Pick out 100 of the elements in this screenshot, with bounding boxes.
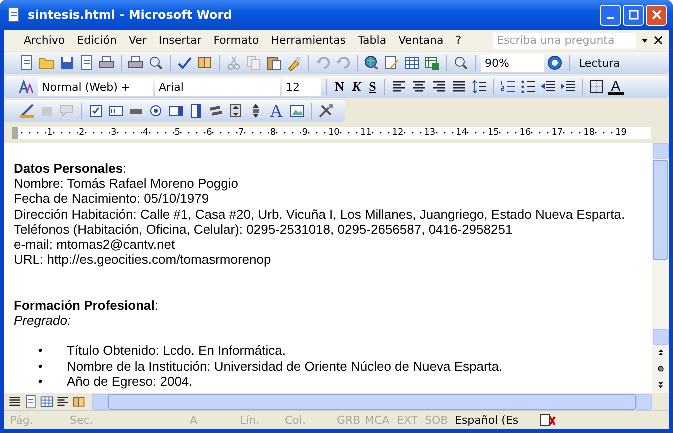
ruler-number: 17 — [550, 128, 564, 138]
check-icon[interactable] — [177, 55, 193, 71]
ruler-number: 7 — [238, 128, 246, 138]
justify-icon[interactable] — [8, 394, 22, 408]
wordart-button[interactable]: A — [267, 102, 286, 120]
ruler-number: 14 — [455, 128, 468, 138]
bullet-icon — [38, 364, 43, 369]
menu-item[interactable]: Herramientas — [265, 34, 352, 47]
menu-item[interactable]: Ver — [122, 34, 153, 47]
numbered-list-icon[interactable] — [500, 79, 516, 95]
ruler-number: 5 — [174, 128, 182, 138]
document-text: Nombre: Tomás Rafael Moreno Poggio — [14, 176, 240, 192]
status-item: Lín. — [240, 414, 261, 426]
line-spacing-icon[interactable] — [471, 79, 488, 95]
close-button[interactable] — [646, 4, 667, 26]
menu-item[interactable]: Formato — [208, 34, 266, 47]
menu-item[interactable]: Archivo — [18, 34, 72, 47]
menu-item[interactable]: Edición — [71, 34, 123, 47]
document-text: Datos Personales: — [14, 161, 128, 176]
menu-item[interactable]: Insertar — [152, 34, 208, 47]
status-item: Sec. — [70, 414, 94, 426]
ruler-number: 19 — [614, 128, 628, 138]
book-icon[interactable] — [197, 55, 213, 71]
caret-icon[interactable] — [641, 36, 649, 44]
status-item: A — [190, 414, 199, 426]
browse-object-icon[interactable] — [656, 365, 664, 373]
border-icon[interactable] — [589, 79, 606, 95]
close-icon — [652, 10, 662, 20]
picture-icon[interactable] — [289, 103, 305, 119]
clipboard-icon[interactable] — [266, 55, 282, 71]
previous-page-icon[interactable] — [656, 349, 664, 357]
ruler-number: 10 — [327, 128, 341, 138]
grid-icon[interactable] — [404, 55, 420, 71]
globe-icon[interactable] — [364, 55, 380, 71]
close-icon[interactable] — [654, 36, 663, 45]
italic-button[interactable]: K — [349, 78, 364, 96]
size-dropdown[interactable]: 12 — [282, 78, 321, 96]
align-left-icon[interactable] — [56, 394, 70, 408]
grid-icon[interactable] — [40, 394, 54, 408]
listbox-icon[interactable] — [168, 103, 184, 119]
document-text: e-mail: mtomas2@cantv.net — [14, 237, 176, 252]
bullet-icon — [38, 378, 43, 384]
document-icon — [6, 7, 22, 23]
status-item: EXT — [397, 414, 420, 426]
list-item-text: Título Obtenido: Lcdo. En Informática. — [67, 343, 286, 359]
magnifier-icon[interactable] — [453, 55, 469, 71]
magnifier-icon[interactable] — [148, 55, 164, 71]
document-text: URL: http://es.geocities.com/tomasrmorenop — [14, 252, 272, 268]
styles-icon[interactable] — [19, 79, 35, 95]
status-item: SOB — [425, 414, 450, 426]
ruler-number: 1 — [46, 128, 54, 138]
spin-icon[interactable] — [228, 103, 244, 119]
scroll-thumb[interactable] — [653, 160, 668, 260]
font-color-button[interactable]: A — [608, 79, 624, 95]
list-panel-icon[interactable] — [188, 103, 204, 119]
font-dropdown[interactable]: Arial — [155, 78, 280, 96]
document-icon[interactable] — [19, 55, 35, 71]
menu-item[interactable]: Ventana — [392, 34, 450, 47]
status-item: MCA — [365, 414, 391, 426]
bold-button[interactable]: N — [332, 78, 348, 96]
ruler-number: 18 — [582, 128, 596, 138]
checkbox-icon[interactable] — [88, 103, 104, 119]
maximize-button[interactable] — [623, 4, 644, 26]
ruler-number: 12 — [391, 128, 405, 138]
document-text: Fecha de Nacimiento: 05/10/1979 — [14, 191, 210, 207]
window-title: sintesis.html - Microsoft Word — [28, 8, 234, 22]
pencil-icon[interactable] — [384, 55, 400, 71]
next-page-icon[interactable] — [656, 381, 664, 389]
ruler-number: 11 — [359, 128, 373, 138]
help-icon[interactable] — [547, 55, 563, 71]
ruler-number: 15 — [486, 128, 500, 138]
menu-item[interactable]: ? — [450, 34, 468, 47]
spreadsheet-icon[interactable] — [424, 55, 440, 71]
document-icon[interactable] — [24, 394, 38, 408]
printer-icon[interactable] — [128, 55, 144, 71]
vertical-scrollbar[interactable] — [652, 143, 669, 393]
document-text: Teléfonos (Habitación, Oficina, Celular): 0295-2531018, 0295-2656587, 0416-2958251 — [14, 222, 514, 238]
ruler-icon[interactable] — [19, 103, 35, 119]
status-item: GRB — [337, 414, 362, 426]
spelling-status-icon — [540, 412, 556, 428]
radio-icon[interactable] — [148, 103, 164, 119]
printer-icon[interactable] — [99, 55, 115, 71]
reading-button[interactable]: Lectura — [575, 56, 624, 70]
zoom-dropdown[interactable]: 90% — [481, 54, 544, 72]
minimize-icon — [607, 17, 614, 19]
book-icon[interactable] — [72, 394, 86, 408]
question-field[interactable]: Escriba una pregunta — [493, 32, 636, 48]
bullet-list-icon[interactable] — [520, 79, 536, 95]
minimize-button[interactable] — [600, 4, 621, 26]
tools-icon[interactable] — [318, 103, 334, 119]
scissors-icon[interactable] — [226, 55, 242, 71]
underline-button[interactable]: S — [366, 78, 380, 96]
stack-icon[interactable] — [208, 103, 224, 119]
style-dropdown[interactable]: Normal (Web) + — [38, 78, 153, 96]
ruler-number: 3 — [110, 128, 118, 138]
document-icon[interactable] — [79, 55, 95, 71]
menu-item[interactable]: Tabla — [352, 34, 393, 47]
status-item: Español (Es — [455, 414, 520, 426]
textfield-icon[interactable] — [108, 103, 124, 119]
brush-icon[interactable] — [286, 55, 302, 71]
